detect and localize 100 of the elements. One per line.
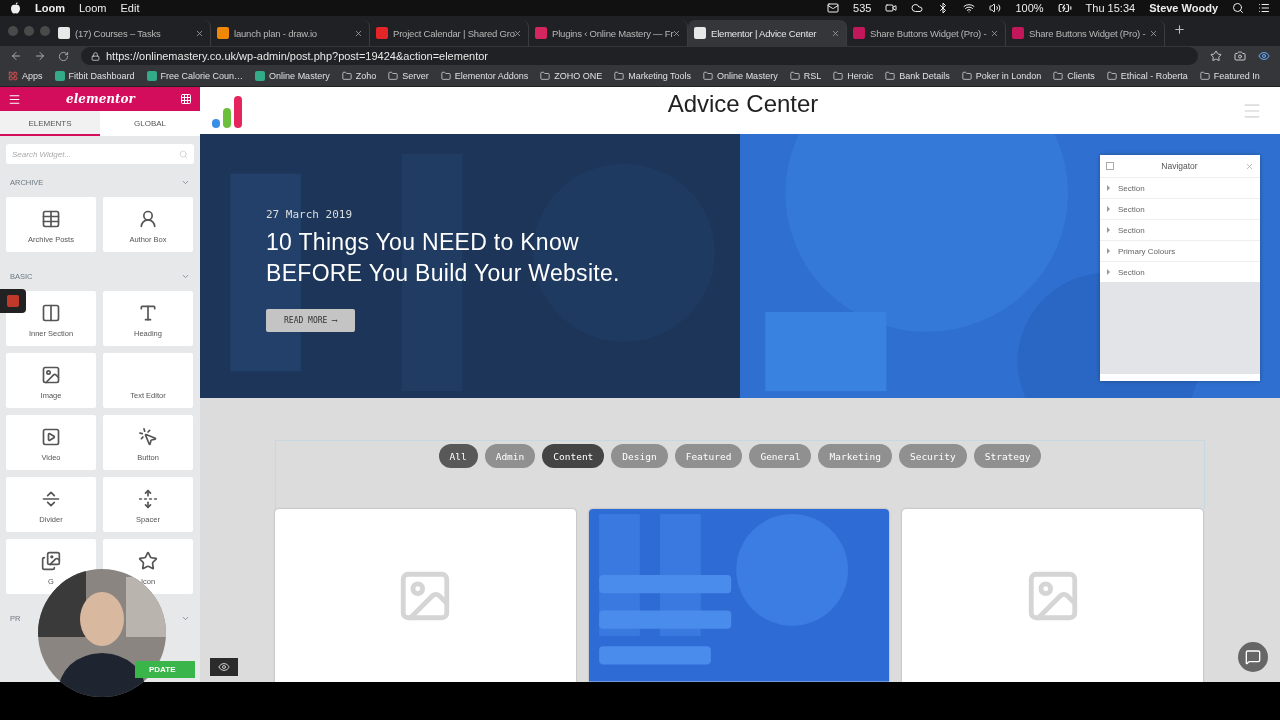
bookmark[interactable]: Free Calorie Coun…	[146, 71, 244, 81]
star-icon	[138, 551, 158, 571]
bookmark[interactable]: Poker in London	[961, 71, 1042, 81]
bookmark[interactable]: Apps	[8, 71, 43, 81]
folder-icon	[540, 71, 551, 81]
mail-count: 535	[853, 2, 872, 14]
close-icon[interactable]	[831, 28, 840, 38]
forward-icon[interactable]	[34, 50, 46, 62]
close-icon[interactable]	[1149, 28, 1158, 38]
cloud-icon[interactable]	[911, 2, 924, 14]
preview-button[interactable]	[210, 658, 238, 676]
type-icon	[138, 303, 158, 323]
folder-icon	[388, 71, 399, 81]
close-icon[interactable]	[513, 28, 522, 38]
close-icon[interactable]	[672, 28, 681, 38]
caret-icon[interactable]	[1107, 185, 1110, 191]
pointer-icon	[138, 427, 158, 447]
bookmark[interactable]: Online Mastery	[255, 71, 330, 81]
navigator-item[interactable]: Section	[1100, 177, 1260, 198]
panel-tab[interactable]: ELEMENTS	[0, 111, 100, 136]
menu-item[interactable]: Loom	[78, 2, 107, 14]
folder-icon	[440, 71, 451, 81]
bookmark[interactable]: Elementor Addons	[440, 71, 529, 81]
mail-icon[interactable]	[827, 2, 840, 14]
apps-icon[interactable]	[180, 93, 192, 105]
bookmark[interactable]: Bank Details	[885, 71, 950, 81]
close-icon[interactable]	[354, 28, 363, 38]
divider-icon	[41, 489, 61, 509]
folder-icon	[1053, 71, 1064, 81]
folder-icon	[1106, 71, 1117, 81]
bookmark[interactable]: Heroic	[833, 71, 874, 81]
search-icon	[179, 149, 188, 159]
site-icon	[146, 71, 157, 81]
folder-icon	[833, 71, 844, 81]
close-icon[interactable]	[990, 28, 999, 38]
camera-icon[interactable]	[885, 2, 898, 14]
images-icon	[41, 551, 61, 571]
folder-icon	[341, 71, 352, 81]
navigator-item[interactable]: Section	[1100, 261, 1260, 282]
reload-icon[interactable]	[58, 50, 69, 62]
site-title: Advice Center	[667, 89, 819, 118]
panel-title: Navigator	[1161, 161, 1198, 171]
bookmark-icon[interactable]	[1210, 50, 1222, 62]
app-menu[interactable]: Loom	[35, 2, 65, 14]
eye-icon	[218, 661, 230, 673]
close-icon[interactable]	[195, 28, 204, 38]
bookmark[interactable]: RSL	[789, 71, 822, 81]
chat-button[interactable]	[1238, 642, 1268, 672]
search-icon[interactable]	[1232, 2, 1244, 14]
caret-icon[interactable]	[1107, 269, 1110, 275]
play-icon	[41, 427, 61, 447]
folder-icon	[789, 71, 800, 81]
extension-icon[interactable]	[1258, 50, 1270, 62]
menu-icon[interactable]	[8, 92, 21, 106]
battery-icon[interactable]	[1057, 1, 1072, 15]
bookmark[interactable]: Online Mastery	[703, 71, 778, 81]
camera-icon[interactable]	[1234, 50, 1246, 62]
folder-icon	[885, 71, 896, 81]
folder-icon	[703, 71, 714, 81]
bookmark[interactable]: Marketing Tools	[614, 71, 692, 81]
bookmark[interactable]: Clients	[1053, 71, 1095, 81]
bookmark[interactable]: Featured In	[1199, 71, 1260, 81]
volume-icon[interactable]	[989, 2, 1002, 14]
bookmark[interactable]: Zoho	[341, 71, 377, 81]
browser-tab[interactable]: Elementor | Advice Center	[688, 20, 847, 46]
caret-icon[interactable]	[1107, 248, 1110, 254]
new-tab-icon[interactable]	[1173, 23, 1186, 36]
battery-percent: 100%	[1015, 2, 1044, 14]
bookmark[interactable]: Server	[388, 71, 429, 81]
bookmark[interactable]: ZOHO ONE	[540, 71, 603, 81]
caret-icon[interactable]	[1107, 227, 1110, 233]
filter-pill[interactable]: All	[438, 444, 478, 469]
chat-icon	[1245, 649, 1261, 665]
read-more-button[interactable]: READ MORE ⟶	[266, 309, 355, 333]
logo	[212, 93, 244, 128]
wifi-icon[interactable]	[963, 2, 976, 14]
person-icon	[138, 209, 158, 229]
folder-icon	[1199, 71, 1210, 81]
bookmark[interactable]: Fitbit Dashboard	[54, 71, 135, 81]
apps-icon	[8, 71, 18, 81]
spacer-icon	[138, 489, 158, 509]
navigator-item[interactable]: Primary Colours	[1100, 240, 1260, 261]
back-icon[interactable]	[10, 50, 22, 62]
site-icon	[255, 71, 266, 81]
post-date: 27 March 2019	[266, 208, 353, 222]
navigator-item[interactable]: Section	[1100, 198, 1260, 219]
filter-pill[interactable]: Content	[542, 444, 605, 469]
clock[interactable]: Thu 15:34	[1085, 2, 1136, 14]
user-name[interactable]: Steve Woody	[1149, 2, 1218, 14]
menu-item[interactable]: Edit	[120, 2, 140, 14]
logo: elementor	[66, 92, 135, 106]
caret-icon[interactable]	[1107, 206, 1110, 212]
navigator-item[interactable]: Section	[1100, 219, 1260, 240]
list-icon[interactable]	[1258, 2, 1270, 14]
bookmark[interactable]: Ethical - Roberta	[1106, 71, 1188, 81]
image-icon	[41, 365, 61, 385]
address-field[interactable]: https://onlinemastery.co.uk/wp-admin/post.php?post=19424&action=elementor	[81, 47, 1198, 65]
table-icon	[41, 209, 61, 229]
site-icon	[54, 71, 65, 81]
apple-icon[interactable]	[10, 2, 21, 14]
